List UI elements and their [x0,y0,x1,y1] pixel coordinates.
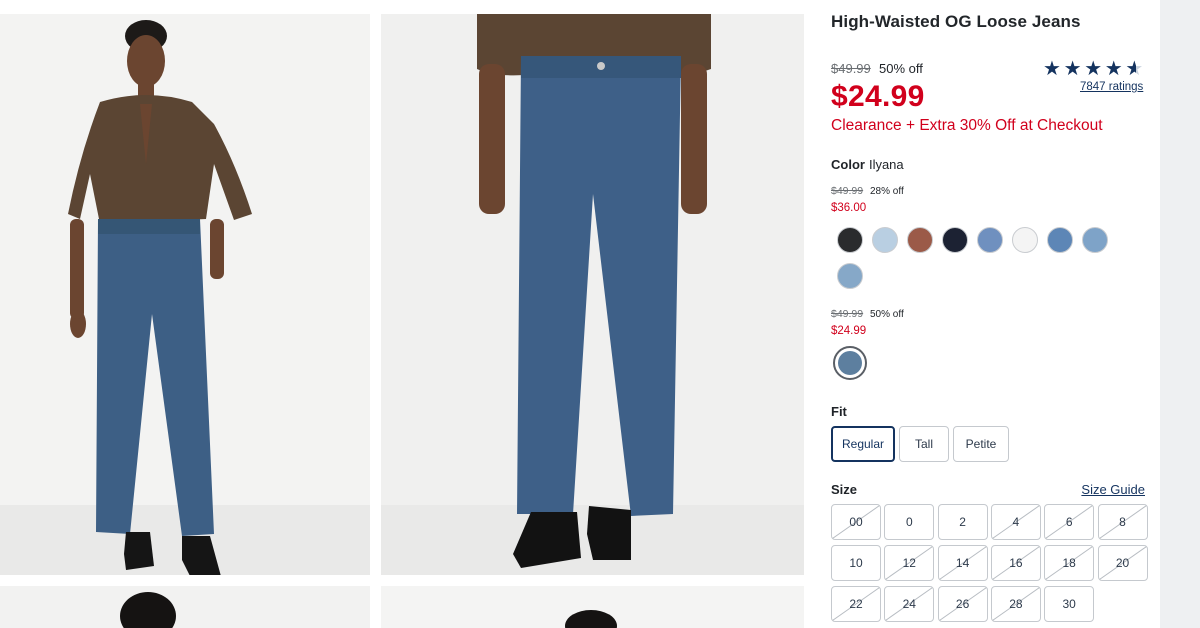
size-option[interactable]: 28 [990,586,1041,622]
size-option-label: 2 [959,515,966,529]
model-back-illustration [120,592,176,628]
size-option-label: 18 [1062,556,1076,570]
size-option-label: 00 [849,515,863,529]
product-image-gallery [0,0,812,628]
promo-message: Clearance + Extra 30% Off at Checkout [831,117,1103,134]
size-option-label: 10 [849,556,863,570]
color-tier-2-price: $24.99 [831,325,867,337]
size-option-label: 20 [1115,556,1130,570]
fit-option-regular[interactable]: Regular [831,426,895,462]
color-label-text: Color [831,157,865,172]
rating-stars[interactable]: ★ ★ ★ ★ ★ [1043,59,1145,79]
sale-price: $24.99 [831,80,925,113]
size-option[interactable]: 30 [1044,586,1095,622]
size-option[interactable]: 18 [1044,545,1095,581]
size-option-label: 12 [902,556,916,570]
color-swatch[interactable] [907,227,933,253]
product-photo-back[interactable] [0,586,370,628]
size-option-label: 22 [849,597,863,611]
color-swatch[interactable] [1012,227,1038,253]
color-tier-2-original-price: $49.99 [831,308,864,320]
size-option[interactable]: 16 [990,545,1041,581]
fit-option-tall[interactable]: Tall [899,426,949,462]
product-photo-full-body[interactable] [0,14,370,575]
color-swatch[interactable] [942,227,968,253]
size-guide-link[interactable]: Size Guide [1081,482,1145,497]
size-option-label: 26 [955,597,970,611]
color-tier-2-discount: 50% off [870,309,904,320]
size-option[interactable]: 26 [937,586,988,622]
star-icon: ★ [1063,58,1082,80]
star-icon: ★ [1084,58,1103,80]
size-option[interactable]: 2 [937,504,988,540]
size-option-label: 14 [955,556,970,570]
size-option[interactable]: 0 [884,504,935,540]
size-option[interactable]: 24 [884,586,935,622]
half-star-icon: ★ [1125,58,1144,80]
size-option-label: 0 [905,515,913,529]
size-option[interactable]: 10 [831,545,881,581]
star-icon: ★ [1043,58,1061,80]
color-label: Color Ilyana [831,157,904,172]
color-swatch[interactable] [872,227,898,253]
fit-label: Fit [831,404,847,419]
model-full-body-illustration [68,20,252,575]
size-label: Size [831,482,858,497]
size-option[interactable]: 14 [937,545,988,581]
discount-label: 50% off [879,61,923,76]
size-option-label: 30 [1062,597,1076,611]
page-scroll-gutter [1160,0,1200,628]
size-option-label: 16 [1009,556,1023,570]
size-option-label: 28 [1009,597,1023,611]
color-tier-1-original-price: $49.99 [831,185,864,197]
color-swatch[interactable] [977,227,1003,253]
size-option-label: 6 [1065,515,1073,529]
color-swatch[interactable] [837,263,863,289]
color-tier-1-discount: 28% off [870,186,904,197]
size-option-label: 4 [1012,515,1020,529]
product-photo-closeup[interactable] [381,14,804,575]
model-detail-illustration [565,610,617,628]
color-swatch[interactable] [1082,227,1108,253]
star-icon: ★ [1104,58,1123,80]
product-details-panel: High-Waisted OG Loose Jeans $49.99 50% o… [831,0,1148,628]
fit-option-petite[interactable]: Petite [953,426,1009,462]
color-tier-1-price: $36.00 [831,202,867,214]
original-price: $49.99 [831,61,871,76]
color-swatch[interactable] [1047,227,1073,253]
size-option-label: 24 [902,597,916,611]
product-photo-detail[interactable] [381,586,804,628]
size-option[interactable]: 22 [831,586,881,622]
ratings-count-link[interactable]: 7847 ratings [1080,81,1143,93]
product-title: High-Waisted OG Loose Jeans [831,12,1081,31]
size-option[interactable]: 8 [1097,504,1148,540]
jeans-closeup-illustration [477,14,711,568]
size-option[interactable]: 00 [831,504,881,540]
size-option[interactable]: 12 [884,545,935,581]
size-option[interactable]: 4 [990,504,1041,540]
selected-color-name: Ilyana [868,157,904,172]
color-swatch[interactable] [833,346,867,380]
size-option[interactable]: 20 [1097,545,1148,581]
size-option-label: 8 [1119,515,1126,529]
size-option[interactable]: 6 [1044,504,1095,540]
color-swatch[interactable] [837,227,863,253]
